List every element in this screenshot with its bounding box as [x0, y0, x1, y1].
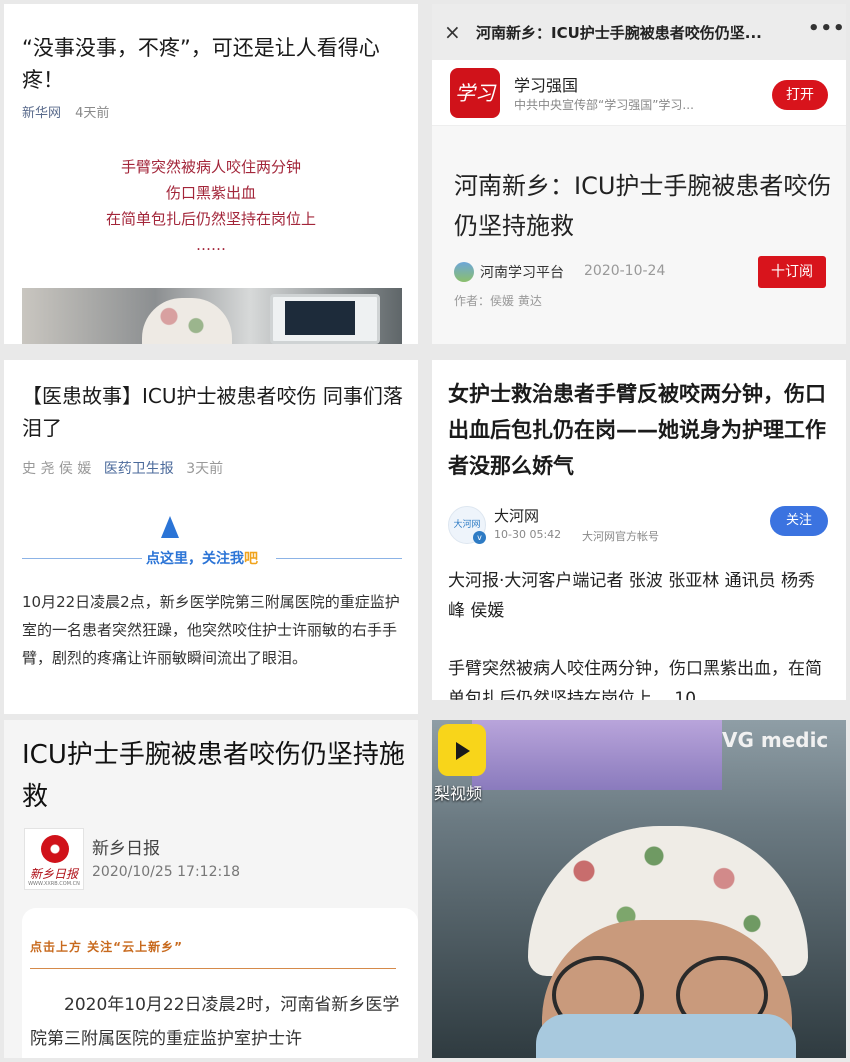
- app-description: 中共中央宣传部“学习强国”学习...: [514, 98, 694, 112]
- article-title: 【医患故事】ICU护士被患者咬伤 同事们落泪了: [22, 384, 403, 440]
- video-app-name: 梨视频: [434, 784, 483, 803]
- ceiling-light: [472, 720, 722, 790]
- article-title[interactable]: “没事没事，不疼”，可还是让人看得心疼！: [22, 32, 402, 96]
- account-type: 大河网官方帐号: [582, 530, 659, 543]
- logo-url: WWW.XXRB.COM.CN: [28, 881, 80, 887]
- source-name[interactable]: 医药卫生报: [104, 461, 174, 477]
- video-frame[interactable]: VG medic 梨视频: [432, 720, 846, 1058]
- quote-line: 在简单包扎后仍然坚持在岗位上: [105, 210, 316, 228]
- xuexi-article-view: × 河南新乡：ICU护士手腕被患者咬伤仍坚... ••• 学习 学习强国 中共中…: [432, 4, 846, 344]
- browser-title-bar: × 河南新乡：ICU护士手腕被患者咬伤仍坚... •••: [432, 4, 846, 60]
- xuexi-logo-icon: 学习: [450, 68, 500, 118]
- article-meta: 新华网 4天前: [22, 102, 109, 121]
- dahe-article-view: 女护士救治患者手臂反被咬两分钟，伤口出血后包扎仍在岗——她说身为护理工作者没那么…: [432, 360, 846, 700]
- verified-icon: v: [473, 531, 486, 544]
- open-app-button[interactable]: 打开: [772, 80, 828, 110]
- face-mask-image: [536, 1014, 796, 1058]
- follow-button[interactable]: 关注: [770, 506, 828, 536]
- account-name[interactable]: 大河网: [494, 505, 539, 526]
- source-avatar-icon: [454, 262, 474, 282]
- app-banner: 学习 学习强国 中共中央宣传部“学习强国”学习... 打开: [432, 60, 846, 126]
- subscribe-button[interactable]: 十订阅: [758, 256, 826, 288]
- divider: [22, 558, 142, 559]
- publish-time: 3天前: [186, 461, 224, 477]
- divider: [276, 558, 402, 559]
- arrow-up-icon: [161, 516, 179, 538]
- article-body: 手臂突然被病人咬住两分钟，伤口黑紫出血，在简单包扎后仍然坚持在岗位上。 10: [448, 659, 822, 700]
- article-title: ICU护士手腕被患者咬伤仍坚持施救: [22, 740, 405, 812]
- play-icon: [456, 742, 470, 760]
- author-names: 史 尧 侯 媛: [22, 461, 92, 477]
- close-icon[interactable]: ×: [444, 20, 461, 44]
- follow-prompt[interactable]: 点击上方 关注“云上新乡”: [30, 938, 183, 955]
- flower-icon: [41, 835, 69, 863]
- app-name: 学习强国: [514, 76, 579, 95]
- author-line: 作者：侯媛 黄达: [454, 294, 542, 308]
- news-card-xinhua[interactable]: “没事没事，不疼”，可还是让人看得心疼！ 新华网 4天前 手臂突然被病人咬住两分…: [4, 4, 418, 344]
- wechat-article-view: 【医患故事】ICU护士被患者咬伤 同事们落泪了 史 尧 侯 媛 医药卫生报 3天…: [4, 360, 418, 714]
- source-name: 新华网: [22, 106, 62, 121]
- pear-video-logo-icon: [438, 724, 486, 776]
- publish-time: 4天前: [75, 106, 110, 121]
- publish-time: 10-30 05:42: [494, 528, 562, 541]
- follow-prompt[interactable]: 点这里，关注我吧: [146, 548, 258, 568]
- article-body: 2020年10月22日凌晨2时，河南省新乡医学院第三附属医院的重症监护室护士许: [30, 995, 400, 1049]
- xinxiang-daily-logo: 新乡日报 WWW.XXRB.COM.CN: [24, 828, 84, 890]
- article-byline: 大河报·大河客户端记者 张波 张亚林 通讯员 杨秀峰 侯媛: [448, 571, 816, 621]
- source-name[interactable]: 河南学习平台: [480, 262, 564, 282]
- publish-date: 2020-10-24: [584, 263, 666, 279]
- quote-line: 手臂突然被病人咬住两分钟: [120, 158, 301, 176]
- nurse-cap-image: [142, 298, 232, 344]
- monitor-image: [270, 294, 380, 344]
- follow-prompt-tail: 吧: [244, 551, 258, 567]
- divider: [30, 968, 396, 969]
- follow-prompt-text: 点这里，关注我: [146, 551, 244, 567]
- quote-line: ……: [196, 236, 226, 254]
- article-body: 10月22日凌晨2点，新乡医学院第三附属医院的重症监护室的一名患者突然狂躁，他突…: [22, 593, 400, 667]
- article-photo: [22, 288, 402, 344]
- article-meta: 史 尧 侯 媛 医药卫生报 3天前: [22, 458, 223, 478]
- more-icon[interactable]: •••: [808, 18, 846, 39]
- page-title: 河南新乡：ICU护士手腕被患者咬伤仍坚...: [476, 24, 762, 42]
- article-title: 女护士救治患者手臂反被咬两分钟，伤口出血后包扎仍在岗——她说身为护理工作者没那么…: [448, 382, 826, 478]
- equipment-brand-text: VG medic: [722, 728, 829, 752]
- article-title: 河南新乡：ICU护士手腕被患者咬伤仍坚持施救: [454, 172, 832, 240]
- publish-datetime: 2020/10/25 17:12:18: [92, 864, 241, 880]
- logo-brand: 新乡日报: [29, 867, 78, 881]
- xinxiang-daily-article-view: ICU护士手腕被患者咬伤仍坚持施救 新乡日报 WWW.XXRB.COM.CN 新…: [4, 720, 418, 1058]
- source-name[interactable]: 新乡日报: [92, 834, 160, 859]
- quote-line: 伤口黑紫出血: [165, 184, 256, 202]
